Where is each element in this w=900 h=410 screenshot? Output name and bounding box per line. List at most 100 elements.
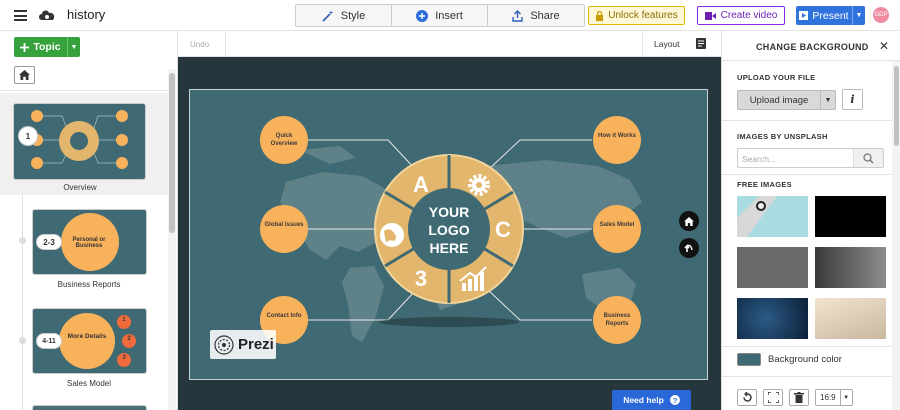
upload-image-button[interactable]: Upload image ▼ xyxy=(737,90,836,110)
topic-number: 4-11 xyxy=(37,334,61,348)
topic-sales-model[interactable]: Sales Model xyxy=(597,221,637,229)
topic-caption: Business Reports xyxy=(57,280,121,289)
go-back-button[interactable] xyxy=(679,238,699,258)
insert-button[interactable]: Insert xyxy=(392,5,488,26)
image-thumbnail[interactable] xyxy=(815,196,886,237)
logo-text-line: LOGO xyxy=(428,222,470,238)
panel-title: CHANGE BACKGROUND xyxy=(756,42,869,52)
aspect-ratio-value: 16:9 xyxy=(820,393,836,402)
divider xyxy=(722,346,892,347)
logo-text-line: HERE xyxy=(429,240,469,256)
divider xyxy=(722,376,892,377)
share-button[interactable]: Share xyxy=(488,5,584,26)
topic-contact-info[interactable]: Contact Info xyxy=(264,312,304,320)
unsplash-search xyxy=(737,148,884,168)
fullscreen-button[interactable] xyxy=(763,389,783,406)
view-tools: 16:9 ▼ xyxy=(737,389,853,406)
slide[interactable]: A C 3 YOUR LOGO HERE Quick Overview Glob… xyxy=(189,89,708,380)
plus-icon xyxy=(20,42,30,52)
logo-placeholder[interactable]: YOUR LOGO HERE xyxy=(419,203,479,257)
add-topic-button[interactable]: Topic ▼ xyxy=(14,37,80,57)
divider xyxy=(642,31,643,57)
image-thumbnail[interactable] xyxy=(737,196,808,237)
home-view-button[interactable] xyxy=(679,211,699,231)
create-video-button[interactable]: Create video xyxy=(697,6,785,25)
globe-icon xyxy=(380,223,404,247)
unsplash-section-label: IMAGES BY UNSPLASH xyxy=(737,132,828,141)
scroll-thumb[interactable] xyxy=(894,66,899,146)
upload-image-label: Upload image xyxy=(749,94,809,106)
svg-text:?: ? xyxy=(673,396,678,405)
topic-number: 1 xyxy=(19,127,37,145)
presentation-title[interactable]: history xyxy=(67,7,105,22)
search-input[interactable] xyxy=(742,152,852,165)
logo-text-line: YOUR xyxy=(428,204,470,220)
background-color-control[interactable]: Background color xyxy=(737,353,842,366)
style-button[interactable]: Style xyxy=(296,5,392,26)
info-icon[interactable]: i xyxy=(842,89,863,110)
editor-toolbar: Undo Layout xyxy=(178,31,721,57)
avatar[interactable]: GDP xyxy=(873,7,889,23)
image-thumbnail[interactable] xyxy=(815,298,886,339)
aspect-ratio-select[interactable]: 16:9 ▼ xyxy=(815,389,853,406)
arrow-up-icon xyxy=(684,244,693,252)
right-scrollbar[interactable] xyxy=(892,61,900,410)
search-button[interactable] xyxy=(853,149,883,167)
color-swatch[interactable] xyxy=(737,353,761,366)
image-thumbnail[interactable] xyxy=(737,298,808,339)
topic-quick-overview[interactable]: Quick Overview xyxy=(264,132,304,148)
divider xyxy=(0,90,168,91)
scroll-thumb[interactable] xyxy=(169,73,175,233)
create-video-label: Create video xyxy=(720,10,778,21)
image-thumbnail[interactable] xyxy=(737,247,808,288)
lock-icon xyxy=(596,10,604,21)
video-camera-icon xyxy=(704,11,716,20)
trash-icon xyxy=(794,392,804,403)
laptop-photo xyxy=(737,196,777,237)
present-button[interactable]: Present ▼ xyxy=(796,6,865,25)
insert-label: Insert xyxy=(435,9,463,22)
unlock-features-label: Unlock features xyxy=(608,10,678,21)
prezi-logo-icon xyxy=(214,334,234,355)
topic-dropdown-icon[interactable]: ▼ xyxy=(67,37,80,57)
segment-label-a: A xyxy=(413,172,429,197)
panel-header: CHANGE BACKGROUND ✕ xyxy=(722,31,900,61)
undo-button[interactable]: Undo xyxy=(190,40,209,49)
menu-icon[interactable] xyxy=(14,10,27,21)
chevron-down-icon[interactable]: ▼ xyxy=(839,390,852,405)
topic-global-issues[interactable]: Global Issues xyxy=(264,221,304,229)
sub-number: 1 xyxy=(122,317,126,323)
search-icon xyxy=(863,152,874,163)
topic-item-overview[interactable]: 1 Overview xyxy=(0,93,168,195)
reset-view-button[interactable] xyxy=(737,389,757,406)
delete-button[interactable] xyxy=(789,389,809,406)
play-icon xyxy=(799,11,809,20)
need-help-button[interactable]: Need help ? xyxy=(612,390,691,410)
divider xyxy=(722,174,892,175)
left-scrollbar[interactable] xyxy=(168,69,176,410)
add-topic-main[interactable]: Topic xyxy=(14,41,67,53)
unlock-features-button[interactable]: Unlock features xyxy=(588,6,685,25)
present-main[interactable]: Present xyxy=(796,10,852,22)
upload-dropdown-icon[interactable]: ▼ xyxy=(820,90,835,110)
topic-caption: Sales Model xyxy=(66,379,112,388)
home-icon xyxy=(684,216,694,226)
rotate-icon xyxy=(742,392,752,402)
topic-business-reports[interactable]: Business Reports xyxy=(597,312,637,328)
thumb-title: Personal or Business xyxy=(72,237,106,249)
topic-how-it-works[interactable]: How it Works xyxy=(597,132,637,140)
upload-section-label: UPLOAD YOUR FILE xyxy=(737,73,816,82)
editor-canvas[interactable]: A C 3 YOUR LOGO HERE Quick Overview Glob… xyxy=(178,57,721,410)
home-icon xyxy=(19,70,30,80)
sub-number: 3 xyxy=(122,355,126,361)
next-topic-thumbnail[interactable] xyxy=(33,406,146,410)
home-button[interactable] xyxy=(14,66,35,84)
divider xyxy=(722,120,892,121)
present-dropdown-icon[interactable]: ▼ xyxy=(852,6,865,25)
close-icon[interactable]: ✕ xyxy=(879,39,889,53)
image-thumbnail[interactable] xyxy=(815,247,886,288)
prezi-cloud-icon[interactable] xyxy=(37,8,57,21)
layout-button[interactable]: Layout xyxy=(654,39,680,49)
layout-icon[interactable] xyxy=(696,38,706,49)
top-bar: history Style Insert Share Unlock featur… xyxy=(0,0,900,31)
